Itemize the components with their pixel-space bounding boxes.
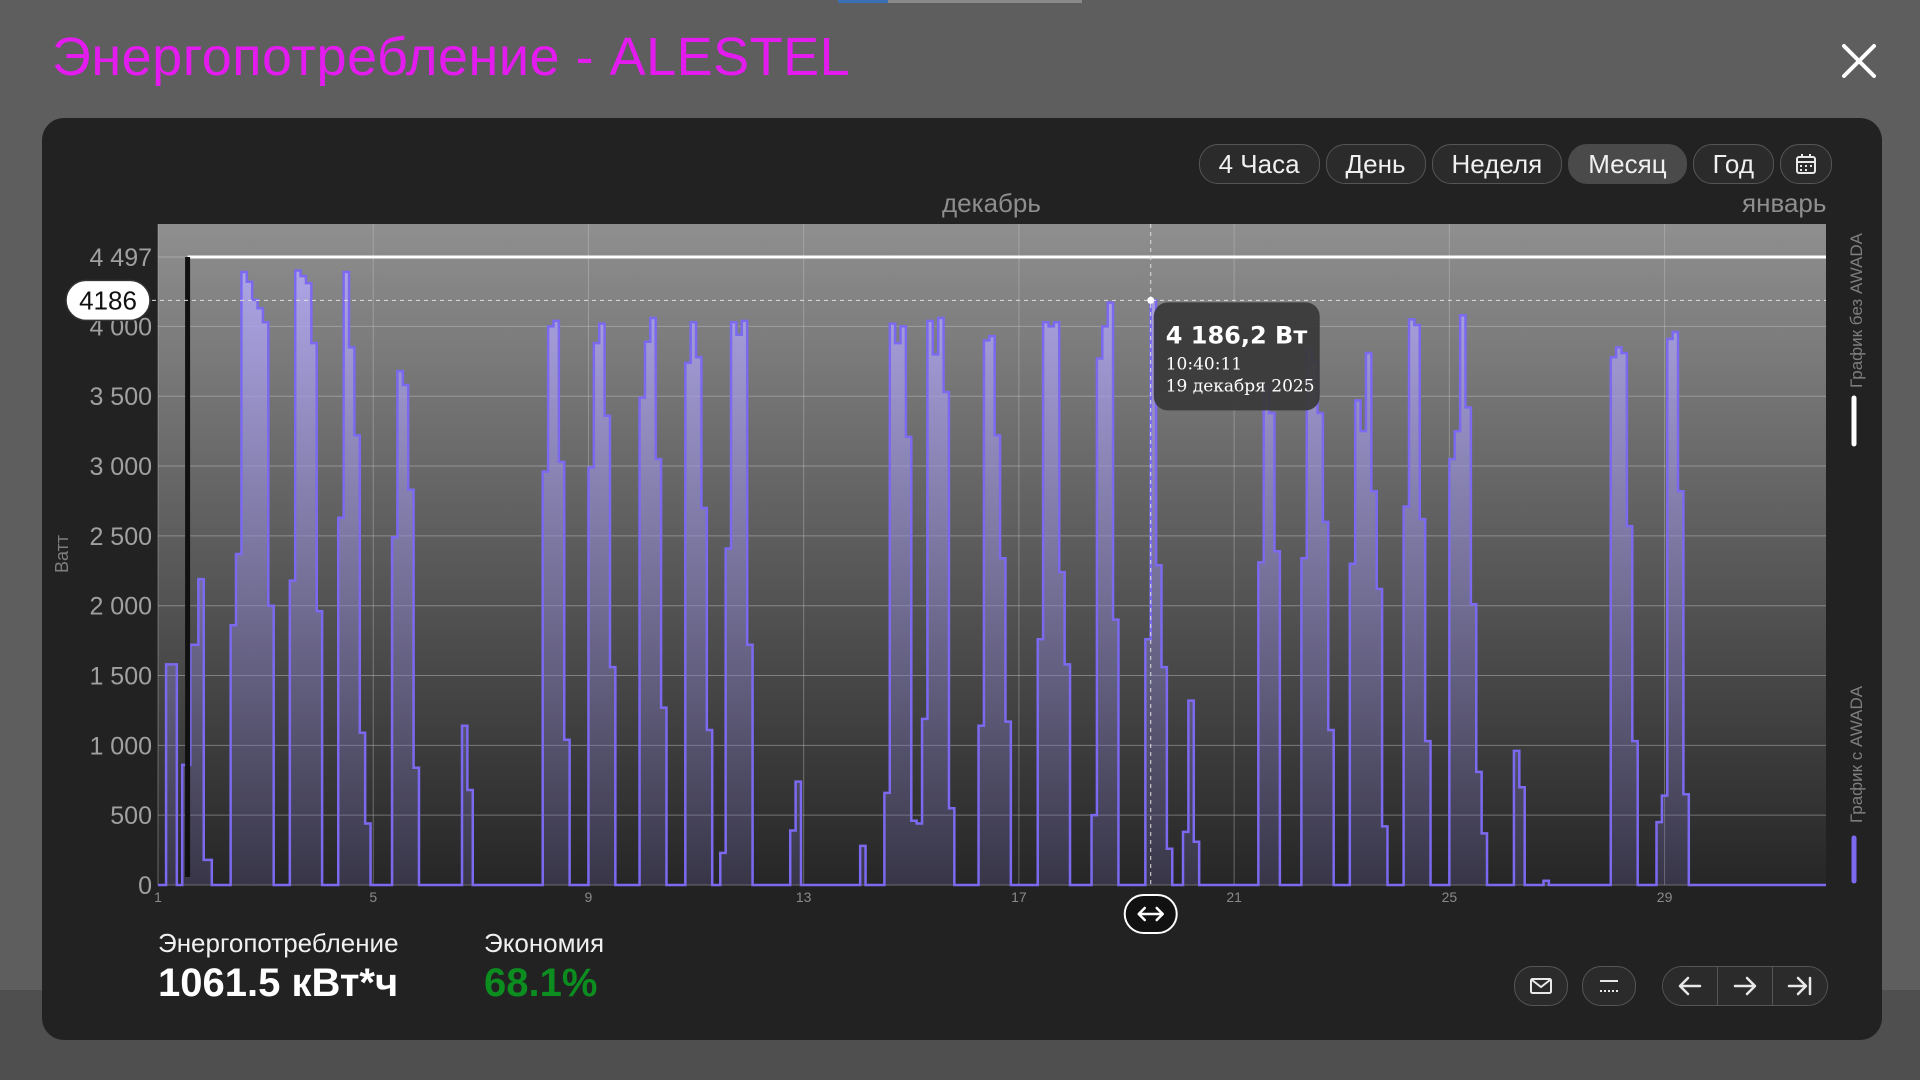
- cursor-value-badge: 4186: [65, 279, 151, 322]
- x-tick-label: 5: [369, 889, 377, 905]
- tooltip-time: 10:40:11: [1166, 354, 1242, 374]
- economy-value: 68.1%: [484, 961, 598, 1005]
- y-tick-label: 3 000: [89, 453, 152, 481]
- y-tick-label: 0: [138, 872, 152, 900]
- drag-handle[interactable]: [1123, 894, 1178, 934]
- x-tick-label: 25: [1442, 889, 1458, 905]
- y-axis-label: Ватт: [52, 534, 72, 573]
- y-tick-label: 2 500: [89, 523, 152, 551]
- x-tick-label: 13: [796, 889, 812, 905]
- navigation-group: [1662, 966, 1828, 1006]
- tooltip-date: 19 декабря 2025: [1166, 376, 1315, 396]
- last-period-button[interactable]: [1773, 967, 1827, 1005]
- mail-icon: [1530, 978, 1552, 994]
- navigation-tools: [1662, 966, 1828, 1006]
- next-period-button[interactable]: [1718, 967, 1773, 1005]
- y-tick-label: 1 000: [89, 732, 152, 760]
- y-tick-label: 4 497: [89, 244, 152, 272]
- close-button[interactable]: [1836, 38, 1882, 84]
- consumption-stat: Энергопотребление 1061.5 кВт*ч: [158, 928, 399, 1006]
- cursor-value-label: 4186: [79, 285, 137, 315]
- chart-panel: 4 Часа День Неделя Месяц Год декабрь янв…: [42, 118, 1882, 1040]
- x-axis-ticks: 1 5 9 13 17 21 25 29: [154, 889, 1672, 905]
- arrow-left-icon: [1678, 976, 1702, 996]
- tooltip: 4 186,2 Вт 10:40:11 19 декабря 2025: [1153, 302, 1320, 411]
- side-label-top: График без AWADA: [1847, 232, 1866, 388]
- consumption-label: Энергопотребление: [158, 928, 399, 958]
- menu-button[interactable]: [1582, 966, 1636, 1006]
- y-tick-label: 2 000: [89, 593, 152, 621]
- background-tab-indicator: [838, 0, 888, 3]
- y-tick-label: 500: [110, 802, 152, 830]
- economy-stat: Экономия 68.1%: [484, 928, 604, 1006]
- cursor-point: [1147, 296, 1155, 304]
- y-axis-ticks: 05001 0001 5002 0002 5003 0003 5004 0004…: [89, 244, 152, 900]
- export-tools: [1514, 966, 1636, 1006]
- tooltip-value: 4 186,2 Вт: [1166, 321, 1308, 349]
- x-tick-label: 17: [1011, 889, 1027, 905]
- menu-icon: [1600, 980, 1618, 992]
- arrow-right-icon: [1733, 976, 1757, 996]
- y-tick-label: 3 500: [89, 383, 152, 411]
- x-tick-label: 1: [154, 889, 162, 905]
- close-icon: [1842, 44, 1876, 78]
- y-tick-label: 1 500: [89, 663, 152, 691]
- page-title: Энергопотребление - ALESTEL: [52, 27, 851, 87]
- x-tick-label: 21: [1226, 889, 1242, 905]
- email-button[interactable]: [1514, 966, 1568, 1006]
- energy-chart[interactable]: 05001 0001 5002 0002 5003 0003 5004 0004…: [42, 118, 1882, 938]
- previous-period-button[interactable]: [1663, 967, 1718, 1005]
- x-tick-label: 9: [585, 889, 593, 905]
- consumption-value: 1061.5 кВт*ч: [158, 961, 399, 1005]
- economy-label: Экономия: [484, 928, 605, 958]
- arrow-to-end-icon: [1787, 976, 1812, 996]
- x-tick-label: 29: [1657, 889, 1673, 905]
- side-label-bottom: График с AWADA: [1847, 685, 1866, 823]
